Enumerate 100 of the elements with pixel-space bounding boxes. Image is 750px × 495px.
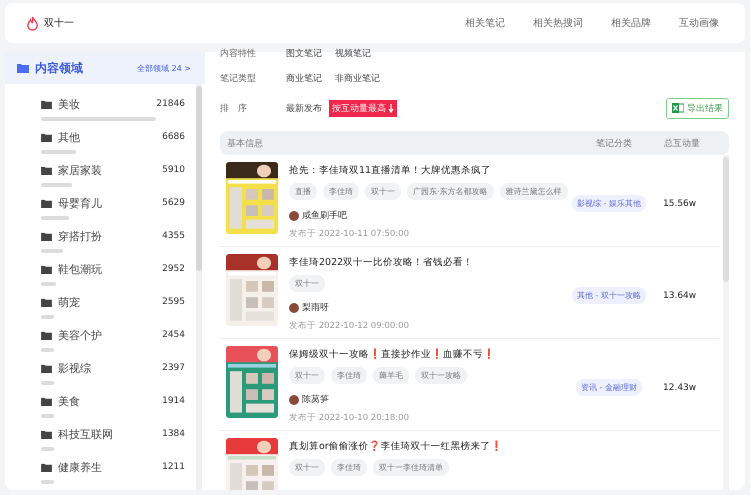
category-label: 美妆 [58,96,81,112]
tag-chip[interactable]: 广园东·东方名都攻略 [407,183,494,200]
category-count: 2952 [162,264,185,274]
tag-chip[interactable]: 李佳琦 [331,459,367,476]
tag-chip[interactable]: 雅诗兰黛怎么样 [500,183,568,200]
tag-chip[interactable]: 双十一 [289,275,325,292]
tag-chip[interactable]: 李佳琦 [323,183,359,200]
publish-time: 发布于 2022-10-10 20:18:00 [289,412,410,424]
category-item[interactable]: 穿搭打扮 4355 [41,228,185,261]
nav-tab[interactable]: 相关品牌 [611,16,651,30]
category-item[interactable]: 美妆 21846 [41,96,185,129]
avatar-icon [289,394,299,404]
category-count: 5629 [162,198,185,208]
note-title[interactable]: 保姆级双十一攻略❗直接抄作业❗血赚不亏❗ [289,348,559,361]
filter-option[interactable]: 视频笔记 [335,46,371,60]
column-header: 总互动量 [664,138,701,150]
category-label: 影视综 [58,360,92,376]
category-count: 2595 [162,297,185,307]
filter-option[interactable]: 非商业笔记 [335,72,380,84]
category-label: 萌宠 [58,294,81,310]
category-count: 1384 [162,429,185,439]
category-tag: 其他 - 双十一攻略 [572,287,646,304]
export-button[interactable]: 导出结果 [666,98,729,118]
all-domains-link[interactable]: 全部领域 24 > [137,62,191,74]
note-title[interactable]: 抢先：李佳琦双11直播清单！大牌优惠杀疯了 [289,164,559,177]
nav-tab[interactable]: 互动画像 [679,16,719,30]
category-label: 鞋包潮玩 [58,262,103,276]
sort-option[interactable]: 最新发布 [286,102,322,114]
folder-icon [41,396,52,406]
category-item[interactable]: 美容个护 2454 [41,327,185,360]
tag-chip[interactable]: 双十一李佳琦清单 [373,459,449,476]
category-item[interactable]: 母婴育儿 5629 [41,195,185,228]
category-item[interactable]: 科技互联网 1384 [41,426,185,459]
category-label: 家居家装 [58,162,103,178]
sort-label: 排 序 [220,102,248,114]
column-header: 笔记分类 [595,138,633,150]
note-title[interactable]: 真划算or偷偷涨价❓李佳琦双十一红黑榜来了❗ [289,440,559,453]
nav-tab[interactable]: 相关热搜词 [533,16,583,30]
category-label: 其他 [58,130,81,144]
category-tag: 资讯 - 金融理财 [576,379,642,396]
tag-chip[interactable]: 双十一 [289,459,325,476]
author-name[interactable]: 梨雨呀 [302,301,329,314]
note-title[interactable]: 李佳琦2022双十一比价攻略！省钱必看！ [289,256,559,269]
category-item[interactable]: 其他 6686 [41,129,185,162]
folder-icon [41,298,52,306]
category-label: 美食 [58,394,81,408]
category-count: 6686 [162,132,185,142]
folder-icon [41,330,52,340]
scrollbar[interactable] [196,84,202,490]
category-item[interactable]: 美食 1914 [41,393,185,426]
category-count: 1914 [162,396,185,406]
publish-time: 发布于 2022-10-11 07:50:00 [289,228,410,240]
folder-icon [41,132,52,142]
sort-option[interactable]: 按互动量最高 [329,100,397,116]
category-item[interactable]: 鞋包潮玩 2952 [41,261,185,294]
category-item[interactable]: 家居家装 5910 [41,162,185,195]
nav-tab[interactable]: 相关笔记 [465,16,505,30]
down-arrow-icon [388,104,394,112]
folder-icon [41,364,52,372]
flame-logo-icon [25,16,40,30]
column-header: 基本信息 [226,138,264,150]
category-item[interactable]: 影视综 2397 [41,360,185,393]
category-count: 5910 [162,165,185,175]
tag-chip[interactable]: 双十一 [365,183,401,200]
filter-option[interactable]: 商业笔记 [286,72,322,84]
author-name[interactable]: 陈莴笋 [302,393,329,406]
category-item[interactable]: 健康养生 1211 [41,459,185,490]
folder-icon [41,264,52,274]
category-count: 1211 [162,462,185,472]
page-title: 双十一 [44,16,74,30]
avatar-icon [289,302,299,312]
tag-chip[interactable]: 双十一 [289,367,325,384]
filter-option[interactable]: 图文笔记 [286,46,322,60]
filter-label: 笔记类型 [220,72,257,84]
folder-icon [41,166,52,174]
spreadsheet-icon [672,102,684,114]
interaction-total: 13.64w [663,290,696,300]
tag-chip[interactable]: 双十一攻略 [415,367,467,384]
author-name[interactable]: 咸鱼刷手吧 [302,209,347,222]
tag-chip[interactable]: 李佳琦 [331,367,367,384]
folder-icon [41,100,52,108]
tag-chip[interactable]: 薅羊毛 [373,367,409,384]
folder-icon [41,462,52,472]
category-label: 健康养生 [58,460,103,474]
category-label: 母婴育儿 [58,196,103,210]
folder-icon [41,198,52,208]
interaction-total: 15.56w [663,198,696,208]
folder-icon [41,430,52,438]
category-item[interactable]: 萌宠 2595 [41,294,185,327]
filter-label: 内容特性 [220,48,257,60]
folder-icon [41,232,52,240]
category-count: 21846 [156,99,185,109]
category-label: 穿搭打扮 [58,228,103,244]
tag-chip[interactable]: 直播 [289,183,317,200]
category-tag: 影视综 - 娱乐其他 [572,195,646,212]
interaction-total: 12.43w [663,382,696,392]
category-count: 4355 [162,231,185,241]
category-label: 科技互联网 [58,426,114,442]
scrollbar[interactable] [723,155,729,490]
avatar-icon [289,210,299,220]
